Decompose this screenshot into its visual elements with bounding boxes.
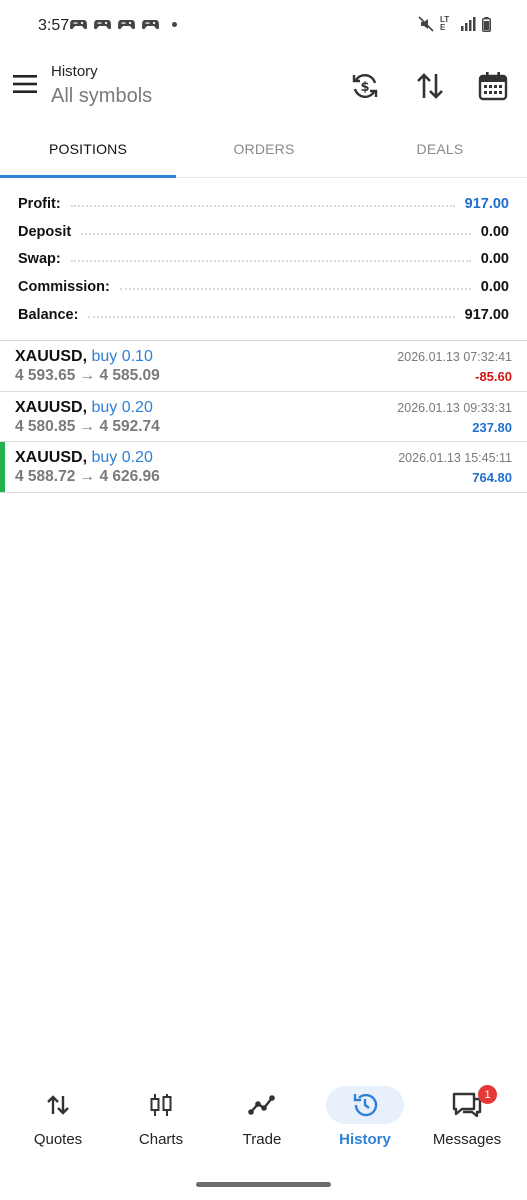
dotted-leader bbox=[70, 260, 471, 263]
nav-label: Quotes bbox=[33, 1131, 83, 1148]
deal-title: XAUUSD, buy 0.10 bbox=[15, 348, 153, 366]
currency-refresh-icon[interactable]: $ bbox=[345, 66, 385, 106]
summary-panel: Profit: 917.00 Deposit 0.00 Swap: 0.00 C… bbox=[0, 190, 527, 329]
deal-time: 2026.01.13 07:32:41 bbox=[397, 350, 512, 364]
nav-label: Trade bbox=[242, 1131, 282, 1148]
deal-prices: 4 588.72 → 4 626.96 bbox=[15, 468, 160, 485]
deal-type: buy 0.20 bbox=[91, 398, 153, 416]
list-item[interactable]: XAUUSD, buy 0.20 4 580.85 → 4 592.74 202… bbox=[0, 392, 527, 442]
list-item[interactable]: XAUUSD, buy 0.10 4 593.65 → 4 585.09 202… bbox=[0, 341, 527, 392]
deal-profit: 764.80 bbox=[472, 470, 512, 485]
summary-row-balance: Balance: 917.00 bbox=[0, 301, 527, 329]
summary-value: 0.00 bbox=[480, 223, 509, 240]
status-time: 3:57 bbox=[38, 17, 70, 34]
summary-value: 0.00 bbox=[480, 279, 509, 296]
summary-label: Deposit bbox=[18, 223, 72, 240]
summary-label: Commission: bbox=[18, 279, 110, 296]
deal-time: 2026.01.13 09:33:31 bbox=[397, 400, 512, 415]
summary-row-swap: Swap: 0.00 bbox=[0, 246, 527, 274]
system-icons: LTE bbox=[418, 16, 491, 32]
deal-symbol: XAUUSD, bbox=[15, 398, 88, 416]
deal-type: buy 0.20 bbox=[91, 449, 153, 466]
dotted-leader bbox=[81, 232, 471, 235]
candlestick-icon bbox=[122, 1086, 200, 1124]
deal-symbol: XAUUSD, bbox=[15, 348, 88, 365]
deal-profit: 237.80 bbox=[472, 419, 512, 435]
summary-value: 917.00 bbox=[464, 306, 509, 323]
deal-type: buy 0.10 bbox=[91, 348, 153, 365]
app-bar: History All symbols $ bbox=[0, 54, 527, 120]
summary-value: 917.00 bbox=[464, 195, 509, 212]
sort-icon[interactable] bbox=[410, 66, 450, 106]
nav-messages[interactable]: 1 Messages bbox=[417, 1085, 517, 1158]
summary-label: Profit: bbox=[18, 195, 61, 212]
positions-list: XAUUSD, buy 0.10 4 593.65 → 4 585.09 202… bbox=[0, 341, 527, 493]
tab-positions[interactable]: POSITIONS bbox=[0, 120, 176, 178]
page-title: History bbox=[51, 63, 98, 80]
tab-orders[interactable]: ORDERS bbox=[176, 120, 352, 178]
nav-label: Charts bbox=[138, 1131, 184, 1148]
dotted-leader bbox=[70, 204, 455, 207]
notification-dot bbox=[172, 22, 177, 27]
deal-title: XAUUSD, buy 0.20 bbox=[15, 399, 153, 417]
trend-line-icon bbox=[223, 1086, 301, 1124]
deal-profit: -85.60 bbox=[475, 369, 512, 384]
summary-row-deposit: Deposit 0.00 bbox=[0, 218, 527, 246]
summary-row-commission: Commission: 0.00 bbox=[0, 273, 527, 301]
unread-badge: 1 bbox=[478, 1085, 497, 1104]
mute-icon bbox=[418, 16, 434, 32]
up-down-arrows-icon bbox=[19, 1086, 97, 1124]
game-controller-icon bbox=[94, 20, 111, 30]
svg-text:$: $ bbox=[360, 80, 369, 95]
nav-quotes[interactable]: Quotes bbox=[8, 1086, 108, 1158]
nav-label: Messages bbox=[432, 1131, 502, 1148]
calendar-icon[interactable] bbox=[473, 66, 513, 106]
history-clock-icon bbox=[326, 1086, 404, 1124]
tab-deals[interactable]: DEALS bbox=[352, 120, 527, 178]
lte-icon: LTE bbox=[440, 15, 450, 32]
summary-label: Balance: bbox=[18, 306, 79, 323]
game-controller-icon bbox=[142, 20, 159, 30]
signal-icon bbox=[461, 17, 476, 31]
summary-label: Swap: bbox=[18, 251, 61, 268]
deal-prices: 4 580.85 → 4 592.74 bbox=[15, 417, 160, 435]
battery-icon bbox=[482, 16, 491, 32]
deal-prices: 4 593.65 → 4 585.09 bbox=[15, 367, 160, 384]
summary-value: 0.00 bbox=[480, 251, 509, 268]
list-item[interactable]: XAUUSD, buy 0.20 4 588.72 → 4 626.96 202… bbox=[0, 442, 527, 493]
deal-title: XAUUSD, buy 0.20 bbox=[15, 449, 153, 467]
notification-icons bbox=[70, 18, 177, 31]
symbol-filter[interactable]: All symbols bbox=[51, 85, 152, 108]
deal-time: 2026.01.13 15:45:11 bbox=[398, 451, 512, 465]
nav-label: History bbox=[339, 1131, 391, 1148]
active-tab-indicator bbox=[0, 175, 176, 178]
game-controller-icon bbox=[70, 20, 87, 30]
nav-trade[interactable]: Trade bbox=[212, 1086, 312, 1158]
nav-history[interactable]: History bbox=[315, 1086, 415, 1158]
tab-bar: POSITIONS ORDERS DEALS bbox=[0, 120, 527, 178]
bottom-navigation: Quotes Charts Trade History 1 Messages bbox=[0, 1080, 527, 1160]
status-bar: 3:57 LTE bbox=[0, 0, 527, 54]
dotted-leader bbox=[119, 288, 471, 291]
game-controller-icon bbox=[118, 20, 135, 30]
menu-icon[interactable] bbox=[13, 74, 37, 96]
dotted-leader bbox=[88, 315, 455, 318]
deal-symbol: XAUUSD, bbox=[15, 449, 88, 466]
home-indicator[interactable] bbox=[196, 1182, 331, 1187]
nav-charts[interactable]: Charts bbox=[111, 1086, 211, 1158]
chat-icon: 1 bbox=[428, 1085, 506, 1124]
summary-row-profit: Profit: 917.00 bbox=[0, 190, 527, 218]
